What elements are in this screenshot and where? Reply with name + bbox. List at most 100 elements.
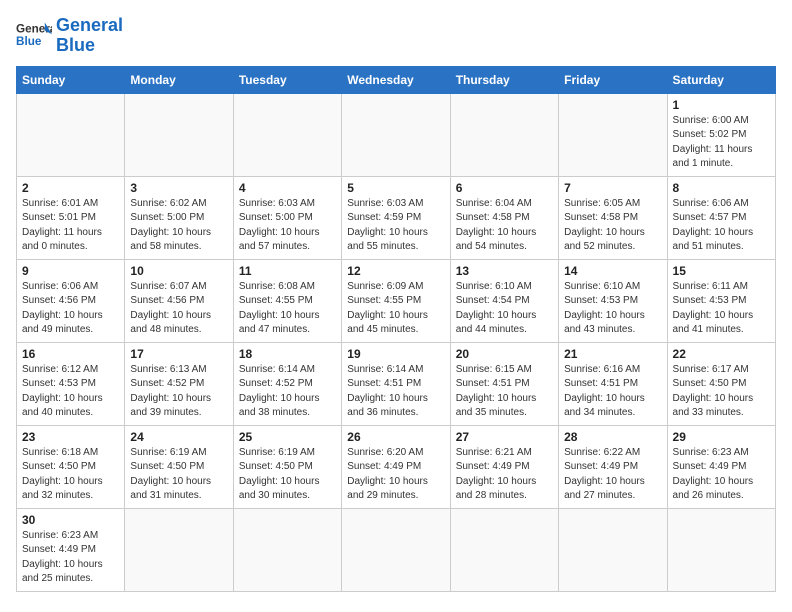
- calendar-cell: 26Sunrise: 6:20 AMSunset: 4:49 PMDayligh…: [342, 425, 450, 508]
- day-number: 25: [239, 430, 336, 444]
- day-number: 11: [239, 264, 336, 278]
- day-number: 2: [22, 181, 119, 195]
- day-info: Sunrise: 6:11 AMSunset: 4:53 PMDaylight:…: [673, 280, 770, 338]
- calendar-cell: 14 Sunrise: 6:10 AMSunset: 4:53 PMDayligh…: [559, 259, 667, 342]
- day-number: 13: [456, 264, 553, 278]
- day-info: Sunrise: 6:03 AMSunset: 5:00 PMDaylight:…: [239, 197, 336, 255]
- calendar-week-row: 16 Sunrise: 6:12 AMSunset: 4:53 PMDayligh…: [17, 342, 776, 425]
- day-info: Sunrise: 6:02 AMSunset: 5:00 PMDaylight:…: [130, 197, 227, 255]
- column-header-thursday: Thursday: [450, 66, 558, 93]
- calendar-cell: [125, 508, 233, 591]
- day-number: 17: [130, 347, 227, 361]
- day-number: 15: [673, 264, 770, 278]
- svg-text:Blue: Blue: [16, 35, 42, 48]
- calendar-cell: [450, 508, 558, 591]
- day-info: Sunrise: 6:04 AMSunset: 4:58 PMDaylight:…: [456, 197, 553, 255]
- calendar-cell: 2 Sunrise: 6:01 AMSunset: 5:01 PMDaylight…: [17, 176, 125, 259]
- day-number: 8: [673, 181, 770, 195]
- day-number: 23: [22, 430, 119, 444]
- calendar-cell: 19 Sunrise: 6:14 AMSunset: 4:51 PMDayligh…: [342, 342, 450, 425]
- day-info: Sunrise: 6:14 AMSunset: 4:51 PMDaylight:…: [347, 363, 444, 421]
- calendar-cell: [342, 93, 450, 176]
- calendar-cell: 25 Sunrise: 6:19 AMSunset: 4:50 PMDayligh…: [233, 425, 341, 508]
- day-number: 16: [22, 347, 119, 361]
- calendar-cell: 13Sunrise: 6:10 AMSunset: 4:54 PMDayligh…: [450, 259, 558, 342]
- day-number: 14: [564, 264, 661, 278]
- day-info: Sunrise: 6:23 AMSunset: 4:49 PMDaylight:…: [22, 529, 119, 587]
- day-number: 28: [564, 430, 661, 444]
- page-header: General Blue GeneralBlue: [16, 16, 776, 56]
- calendar-week-row: 30 Sunrise: 6:23 AMSunset: 4:49 PMDayligh…: [17, 508, 776, 591]
- day-info: Sunrise: 6:23 AMSunset: 4:49 PMDaylight:…: [673, 446, 770, 504]
- day-number: 3: [130, 181, 227, 195]
- calendar-cell: 7 Sunrise: 6:05 AMSunset: 4:58 PMDaylight…: [559, 176, 667, 259]
- calendar-cell: 23Sunrise: 6:18 AMSunset: 4:50 PMDayligh…: [17, 425, 125, 508]
- calendar-header-row: SundayMondayTuesdayWednesdayThursdayFrid…: [17, 66, 776, 93]
- calendar-cell: 21 Sunrise: 6:16 AMSunset: 4:51 PMDayligh…: [559, 342, 667, 425]
- day-info: Sunrise: 6:13 AMSunset: 4:52 PMDaylight:…: [130, 363, 227, 421]
- column-header-friday: Friday: [559, 66, 667, 93]
- day-info: Sunrise: 6:01 AMSunset: 5:01 PMDaylight:…: [22, 197, 119, 255]
- day-info: Sunrise: 6:16 AMSunset: 4:51 PMDaylight:…: [564, 363, 661, 421]
- day-info: Sunrise: 6:19 AMSunset: 4:50 PMDaylight:…: [130, 446, 227, 504]
- day-info: Sunrise: 6:20 AMSunset: 4:49 PMDaylight:…: [347, 446, 444, 504]
- calendar-table: SundayMondayTuesdayWednesdayThursdayFrid…: [16, 66, 776, 592]
- day-info: Sunrise: 6:17 AMSunset: 4:50 PMDaylight:…: [673, 363, 770, 421]
- calendar-cell: 29 Sunrise: 6:23 AMSunset: 4:49 PMDayligh…: [667, 425, 775, 508]
- calendar-cell: [559, 93, 667, 176]
- calendar-cell: 15 Sunrise: 6:11 AMSunset: 4:53 PMDayligh…: [667, 259, 775, 342]
- day-info: Sunrise: 6:00 AMSunset: 5:02 PMDaylight:…: [673, 114, 770, 172]
- day-info: Sunrise: 6:06 AMSunset: 4:57 PMDaylight:…: [673, 197, 770, 255]
- calendar-cell: 18Sunrise: 6:14 AMSunset: 4:52 PMDayligh…: [233, 342, 341, 425]
- day-number: 27: [456, 430, 553, 444]
- calendar-cell: [233, 93, 341, 176]
- calendar-cell: 4 Sunrise: 6:03 AMSunset: 5:00 PMDaylight…: [233, 176, 341, 259]
- calendar-cell: [125, 93, 233, 176]
- day-info: Sunrise: 6:10 AMSunset: 4:53 PMDaylight:…: [564, 280, 661, 338]
- day-info: Sunrise: 6:19 AMSunset: 4:50 PMDaylight:…: [239, 446, 336, 504]
- calendar-cell: 10Sunrise: 6:07 AMSunset: 4:56 PMDayligh…: [125, 259, 233, 342]
- calendar-cell: 28 Sunrise: 6:22 AMSunset: 4:49 PMDayligh…: [559, 425, 667, 508]
- calendar-cell: 24 Sunrise: 6:19 AMSunset: 4:50 PMDayligh…: [125, 425, 233, 508]
- day-number: 4: [239, 181, 336, 195]
- day-number: 7: [564, 181, 661, 195]
- logo-icon: General Blue: [16, 18, 52, 54]
- day-number: 30: [22, 513, 119, 527]
- calendar-cell: 20Sunrise: 6:15 AMSunset: 4:51 PMDayligh…: [450, 342, 558, 425]
- column-header-wednesday: Wednesday: [342, 66, 450, 93]
- calendar-cell: 8 Sunrise: 6:06 AMSunset: 4:57 PMDaylight…: [667, 176, 775, 259]
- day-number: 29: [673, 430, 770, 444]
- day-number: 19: [347, 347, 444, 361]
- calendar-cell: [667, 508, 775, 591]
- calendar-cell: 5 Sunrise: 6:03 AMSunset: 4:59 PMDaylight…: [342, 176, 450, 259]
- day-info: Sunrise: 6:15 AMSunset: 4:51 PMDaylight:…: [456, 363, 553, 421]
- day-number: 21: [564, 347, 661, 361]
- day-number: 10: [130, 264, 227, 278]
- calendar-week-row: 2 Sunrise: 6:01 AMSunset: 5:01 PMDaylight…: [17, 176, 776, 259]
- day-info: Sunrise: 6:05 AMSunset: 4:58 PMDaylight:…: [564, 197, 661, 255]
- day-info: Sunrise: 6:03 AMSunset: 4:59 PMDaylight:…: [347, 197, 444, 255]
- day-info: Sunrise: 6:08 AMSunset: 4:55 PMDaylight:…: [239, 280, 336, 338]
- calendar-week-row: 23Sunrise: 6:18 AMSunset: 4:50 PMDayligh…: [17, 425, 776, 508]
- calendar-week-row: 1 Sunrise: 6:00 AMSunset: 5:02 PMDaylight…: [17, 93, 776, 176]
- logo: General Blue GeneralBlue: [16, 16, 123, 56]
- column-header-monday: Monday: [125, 66, 233, 93]
- day-info: Sunrise: 6:22 AMSunset: 4:49 PMDaylight:…: [564, 446, 661, 504]
- calendar-cell: 6Sunrise: 6:04 AMSunset: 4:58 PMDaylight…: [450, 176, 558, 259]
- column-header-sunday: Sunday: [17, 66, 125, 93]
- calendar-cell: [233, 508, 341, 591]
- day-info: Sunrise: 6:12 AMSunset: 4:53 PMDaylight:…: [22, 363, 119, 421]
- day-info: Sunrise: 6:06 AMSunset: 4:56 PMDaylight:…: [22, 280, 119, 338]
- calendar-cell: [342, 508, 450, 591]
- logo-text: GeneralBlue: [56, 16, 123, 56]
- day-number: 24: [130, 430, 227, 444]
- calendar-cell: [450, 93, 558, 176]
- day-number: 5: [347, 181, 444, 195]
- calendar-cell: 9Sunrise: 6:06 AMSunset: 4:56 PMDaylight…: [17, 259, 125, 342]
- day-number: 22: [673, 347, 770, 361]
- day-number: 1: [673, 98, 770, 112]
- day-number: 18: [239, 347, 336, 361]
- calendar-cell: [17, 93, 125, 176]
- calendar-cell: 22 Sunrise: 6:17 AMSunset: 4:50 PMDayligh…: [667, 342, 775, 425]
- calendar-cell: [559, 508, 667, 591]
